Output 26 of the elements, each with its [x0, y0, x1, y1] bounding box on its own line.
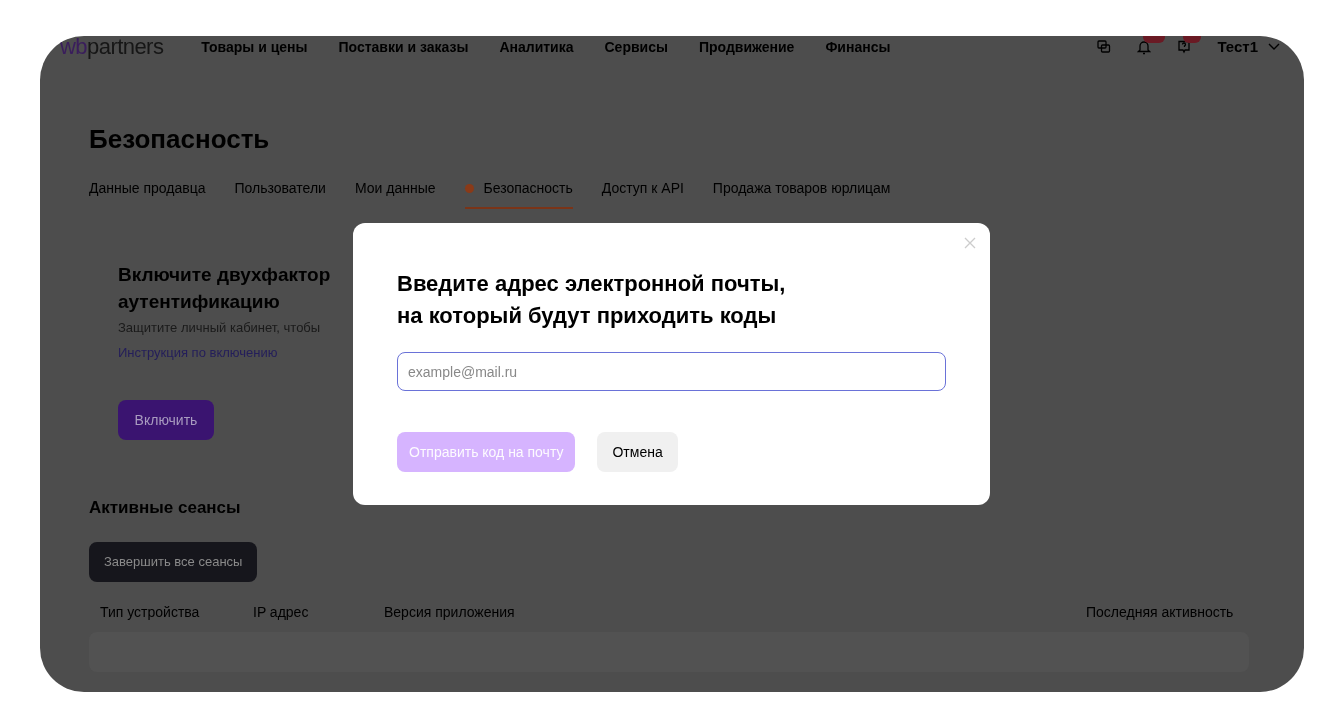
tab[interactable]: Данные продавца: [89, 178, 206, 209]
nav-link[interactable]: Товары и цены: [201, 36, 308, 58]
tab[interactable]: Продажа товаров юрлицам: [712, 178, 891, 209]
logo[interactable]: wbpartners: [60, 36, 164, 58]
email-field[interactable]: example@mail.ru: [397, 352, 946, 391]
modal-title: Введите адрес электронной почты, на который будут приходить коды: [397, 270, 787, 330]
nav-link[interactable]: Аналитика: [499, 36, 574, 58]
user-menu[interactable]: Тест1: [1217, 36, 1280, 59]
end-sessions-button[interactable]: Завершить все сеансы: [89, 541, 258, 582]
tab[interactable]: Мои данные: [354, 178, 436, 209]
card-title: Включите двухфактор аутентификацию: [118, 263, 331, 314]
nav-link[interactable]: Продвижение: [698, 36, 795, 58]
tab[interactable]: Доступ к API: [601, 178, 684, 209]
cancel-button[interactable]: Отмена: [597, 432, 678, 472]
enable-button[interactable]: Включить: [118, 400, 214, 440]
nav-link[interactable]: Поставки и заказы: [338, 36, 469, 58]
tab[interactable]: Безопасность: [464, 178, 573, 209]
column-header: IP адрес: [253, 602, 309, 622]
section-title: Активные сеансы: [89, 497, 242, 519]
column-header: Версия приложения: [384, 602, 515, 622]
column-header: Тип устройства: [100, 602, 200, 622]
page-title: Безопасность: [89, 126, 271, 152]
column-header: Последняя активность: [1086, 602, 1234, 622]
nav-link[interactable]: Финансы: [825, 36, 891, 58]
nav-link[interactable]: Сервисы: [604, 36, 668, 58]
tab[interactable]: Пользователи: [234, 178, 326, 209]
